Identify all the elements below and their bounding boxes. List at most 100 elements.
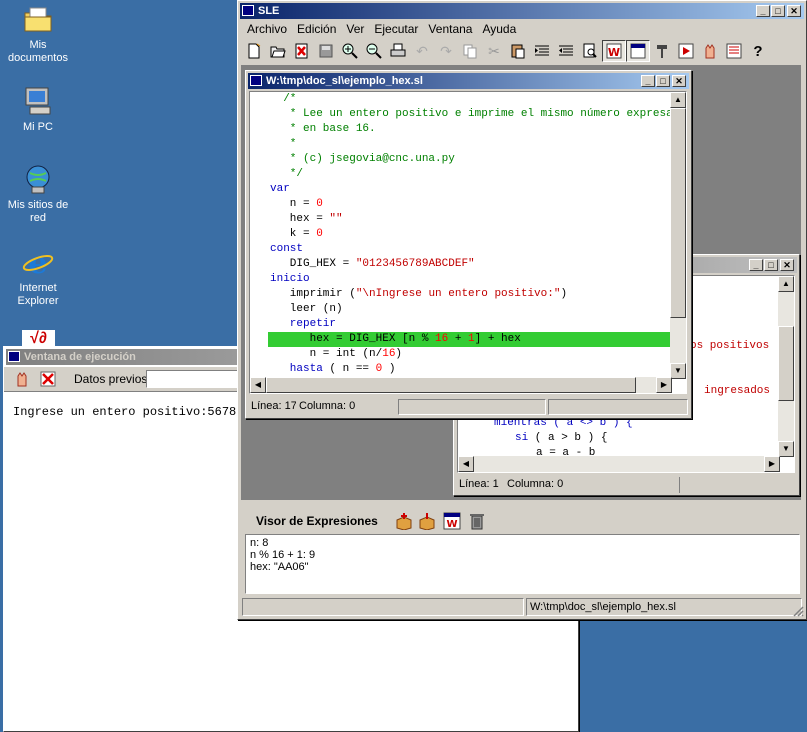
minimize-button[interactable]: _ <box>756 5 770 17</box>
code-line: imprimir ("\nIngrese un entero positivo:… <box>270 288 568 300</box>
editor2-maximize-button[interactable]: □ <box>764 259 778 271</box>
scroll-up-button[interactable]: ▲ <box>670 92 686 108</box>
code-line: n = int (n/16) <box>270 348 403 360</box>
editor-status-cell-4 <box>548 399 688 415</box>
resize-grip-icon[interactable] <box>792 605 804 617</box>
undo-icon[interactable]: ↶ <box>410 40 434 62</box>
code-line: /* <box>270 93 297 105</box>
new-file-icon[interactable] <box>242 40 266 62</box>
desktop-icon-my-computer[interactable]: Mi PC <box>2 85 74 134</box>
watch-panel: Visor de Expresiones W n: 8 n % 16 + 1: … <box>241 504 801 596</box>
editor-close-button[interactable]: ✕ <box>672 75 686 87</box>
outdent-icon[interactable] <box>554 40 578 62</box>
zoom-in-icon[interactable] <box>338 40 362 62</box>
zoom-out-icon[interactable] <box>362 40 386 62</box>
run-to-cursor-icon[interactable] <box>674 40 698 62</box>
internet-explorer-icon: e <box>22 246 54 281</box>
scroll-left-button[interactable]: ◀ <box>458 456 474 472</box>
desktop-icon-internet-explorer[interactable]: e Internet Explorer <box>2 246 74 308</box>
editor-horizontal-scrollbar[interactable]: ◀ ▶ <box>250 377 672 393</box>
code-line: repetir <box>270 318 337 330</box>
editor2-status-line: Línea: 1 <box>459 478 499 490</box>
main-status-left <box>242 598 524 616</box>
print-icon[interactable] <box>386 40 410 62</box>
desktop-icon-my-documents[interactable]: Mis documentos <box>2 3 74 65</box>
scroll-thumb[interactable] <box>670 108 686 318</box>
trash-icon[interactable] <box>468 512 486 530</box>
add-watch-icon[interactable] <box>395 512 413 531</box>
editor2-fragment: os positivos <box>690 340 770 352</box>
scroll-down-button[interactable]: ▼ <box>670 363 686 379</box>
cut-icon[interactable]: ✂ <box>482 40 506 62</box>
help-icon[interactable]: ? <box>746 40 770 62</box>
remove-watch-icon[interactable] <box>418 512 436 531</box>
editor-vertical-scrollbar[interactable]: ▲ ▼ <box>670 92 686 379</box>
menu-archivo[interactable]: Archivo <box>242 20 292 38</box>
desktop-icon-label: documentos <box>8 52 68 64</box>
editor-status-cell-3 <box>398 399 546 415</box>
svg-text:e: e <box>28 246 47 278</box>
my-computer-icon <box>22 85 54 117</box>
sle-titlebar[interactable]: SLE _ □ ✕ <box>240 3 804 19</box>
sle-app-icon <box>242 5 254 16</box>
code-line: k = 0 <box>270 228 323 240</box>
watch-entry: n % 16 + 1: 9 <box>250 549 316 561</box>
scroll-thumb[interactable] <box>778 326 794 401</box>
close-button[interactable]: ✕ <box>787 5 801 17</box>
main-status-path: W:\tmp\doc_sl\ejemplo_hex.sl <box>526 598 802 616</box>
step-into-icon[interactable] <box>650 40 674 62</box>
editor2-minimize-button[interactable]: _ <box>749 259 763 271</box>
desktop-icon-label: Mi PC <box>23 121 53 133</box>
close-file-icon[interactable] <box>290 40 314 62</box>
close-execution-icon[interactable] <box>40 371 56 387</box>
indent-icon[interactable] <box>530 40 554 62</box>
scroll-left-button[interactable]: ◀ <box>250 377 266 393</box>
code-line: DIG_HEX = "0123456789ABCDEF" <box>270 258 475 270</box>
watch-window-icon[interactable]: W <box>443 512 461 530</box>
editor2-horizontal-scrollbar[interactable]: ◀ ▶ <box>458 456 780 472</box>
save-icon[interactable] <box>314 40 338 62</box>
editor2-vertical-scrollbar[interactable]: ▲ ▼ <box>778 276 794 457</box>
execution-window-title: Ventana de ejecución <box>24 351 136 363</box>
stop-execution-icon[interactable] <box>14 371 30 387</box>
console-icon <box>8 351 20 362</box>
desktop-icon-network-places[interactable]: Mis sitios de red <box>2 163 74 225</box>
find-icon[interactable] <box>578 40 602 62</box>
code-line: */ <box>270 168 304 180</box>
copy-icon[interactable] <box>458 40 482 62</box>
scroll-up-button[interactable]: ▲ <box>778 276 794 292</box>
scroll-right-button[interactable]: ▶ <box>764 456 780 472</box>
desktop-icon-label: Explorer <box>17 295 59 307</box>
editor2-close-button[interactable]: ✕ <box>780 259 794 271</box>
maximize-button[interactable]: □ <box>771 5 785 17</box>
watch-icon[interactable]: W <box>602 40 626 62</box>
editor-titlebar[interactable]: W:\tmp\doc_sl\ejemplo_hex.sl _ □ ✕ <box>248 73 689 89</box>
watch-entry: n: 8 <box>250 537 269 549</box>
watch-list[interactable]: n: 8 n % 16 + 1: 9 hex: "AA06" <box>245 534 800 594</box>
desktop-icon-label: Mis sitios de <box>7 199 69 211</box>
menu-edicion[interactable]: Edición <box>292 20 341 38</box>
code-line: * Lee un entero positivo e imprime el mi… <box>270 108 686 120</box>
menu-ayuda[interactable]: Ayuda <box>477 20 521 38</box>
scroll-down-button[interactable]: ▼ <box>778 441 794 457</box>
open-icon[interactable] <box>266 40 290 62</box>
inspect-icon[interactable] <box>722 40 746 62</box>
menu-ventana[interactable]: Ventana <box>423 20 477 38</box>
code-line: hex = "" <box>270 213 343 225</box>
code-line: * (c) jsegovia@cnc.una.py <box>270 153 455 165</box>
editor-maximize-button[interactable]: □ <box>656 75 670 87</box>
prev-data-input[interactable] <box>146 370 246 388</box>
prev-data-label: Datos previos: <box>74 372 151 386</box>
code-editor[interactable]: /* * Lee un entero positivo e imprime el… <box>249 91 687 394</box>
stop-icon[interactable] <box>698 40 722 62</box>
paste-icon[interactable] <box>506 40 530 62</box>
menu-ver[interactable]: Ver <box>341 20 369 38</box>
scroll-thumb[interactable] <box>266 377 636 393</box>
watch-title: Visor de Expresiones <box>256 514 378 528</box>
console-icon[interactable] <box>626 40 650 62</box>
scroll-right-button[interactable]: ▶ <box>656 377 672 393</box>
menu-ejecutar[interactable]: Ejecutar <box>369 20 423 38</box>
code-line: * en base 16. <box>270 123 376 135</box>
redo-icon[interactable]: ↷ <box>434 40 458 62</box>
editor-minimize-button[interactable]: _ <box>641 75 655 87</box>
